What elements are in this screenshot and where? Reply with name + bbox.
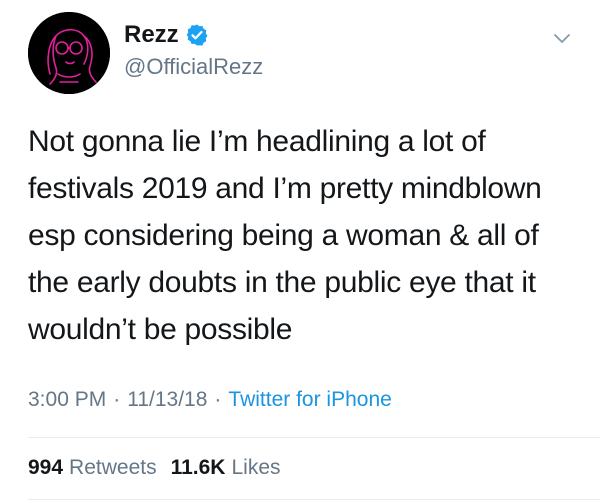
verified-badge-icon [185, 23, 209, 47]
divider [28, 437, 600, 438]
tweet-stats: 994 Retweets 11.6K Likes [28, 452, 281, 484]
likes-label: Likes [231, 456, 281, 479]
tweet-meta: 3:00 PM · 11/13/18 · Twitter for iPhone [28, 384, 392, 416]
author-row: Rezz [124, 18, 209, 52]
retweets-stat[interactable]: 994 Retweets [28, 452, 157, 484]
retweets-label: Retweets [69, 456, 157, 479]
avatar[interactable] [28, 12, 110, 94]
meta-separator: · [113, 388, 121, 411]
tweet-text: Not gonna lie I’m headlining a lot of fe… [28, 125, 542, 346]
divider [28, 499, 600, 500]
likes-count: 11.6K [170, 456, 226, 479]
display-name[interactable]: Rezz [124, 18, 179, 52]
tweet-source-link[interactable]: Twitter for iPhone [228, 384, 391, 416]
tweet-time[interactable]: 3:00 PM [28, 384, 106, 416]
likes-stat[interactable]: 11.6K Likes [171, 452, 281, 484]
author-handle[interactable]: @OfficialRezz [124, 52, 263, 82]
tweet-date[interactable]: 11/13/18 [127, 384, 207, 416]
retweets-count: 994 [28, 456, 64, 479]
chevron-down-icon[interactable] [550, 26, 574, 50]
tweet-card: Rezz @OfficialRezz Not gonna lie I’m hea… [0, 0, 600, 504]
meta-separator: · [214, 388, 222, 411]
rezz-avatar-icon [28, 12, 110, 94]
